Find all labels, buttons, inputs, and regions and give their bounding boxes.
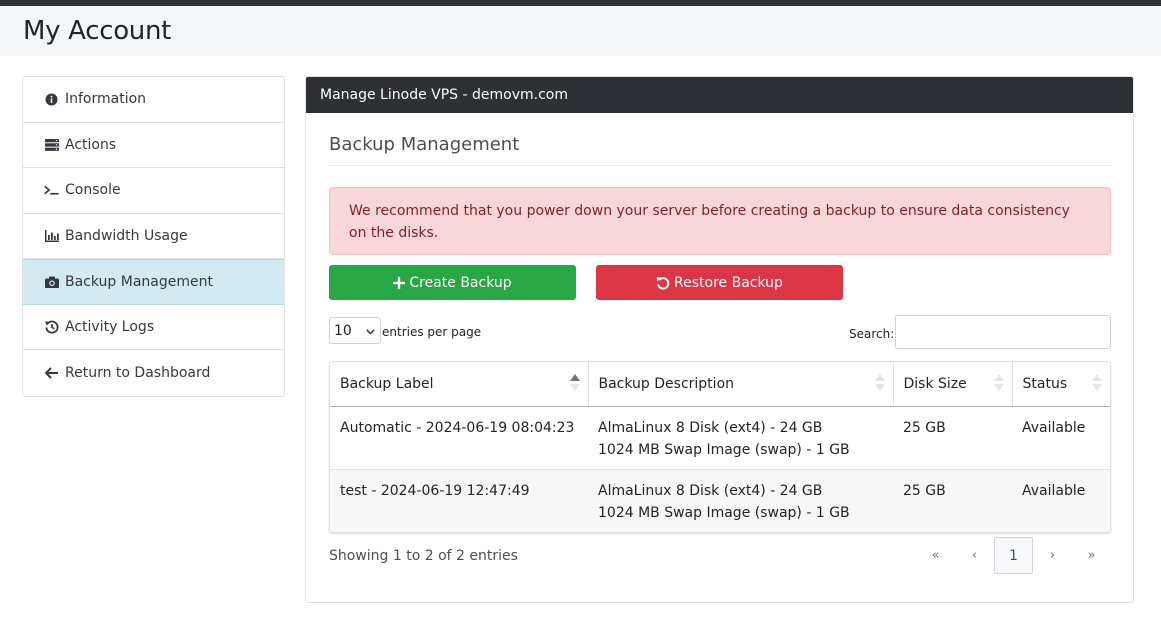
bar-chart-icon [44,229,59,243]
first-page-button[interactable]: « [916,537,955,574]
sort-icon [993,374,1004,392]
sidebar-item-label: Console [65,182,121,199]
last-page-button[interactable]: » [1072,537,1111,574]
table-info: Showing 1 to 2 of 2 entries [329,548,518,564]
column-header-status[interactable]: Status [1012,362,1110,407]
info-circle-icon [44,92,59,106]
manage-vps-panel: Manage Linode VPS - demovm.com Backup Ma… [305,76,1134,603]
sidebar-item-actions[interactable]: Actions [23,123,284,168]
sidebar-item-label: Activity Logs [65,318,155,335]
sidebar-item-label: Return to Dashboard [65,364,211,381]
sidebar-item-information[interactable]: Information [23,77,284,123]
table-row[interactable]: Automatic - 2024-06-19 08:04:23 AlmaLinu… [330,406,1110,469]
entries-per-page-label: entries per page [382,325,482,339]
backup-label-cell: test - 2024-06-19 12:47:49 [330,468,588,532]
server-icon [44,138,59,152]
sort-ascending-icon [569,374,580,392]
status-cell: Available [1022,419,1086,436]
disk-size-cell: 25 GB [893,468,1012,532]
arrow-left-icon [44,366,59,380]
page-1-button[interactable]: 1 [994,537,1033,574]
page-title: My Account [23,16,172,46]
undo-icon [656,276,670,290]
camera-icon [44,275,59,289]
divider [329,165,1111,166]
page-header: My Account [0,6,1161,56]
sidebar-item-return-to-dashboard[interactable]: Return to Dashboard [23,350,284,396]
disk-size-cell: 25 GB [903,419,946,436]
section-title: Backup Management [329,134,520,155]
search-label: Search: [849,327,895,341]
status-cell: Available [1012,468,1110,532]
next-page-button[interactable]: › [1033,537,1072,574]
sort-icon [1092,374,1102,392]
column-header-backup-description[interactable]: Backup Description [588,362,894,407]
sidebar-item-label: Actions [65,136,117,153]
sidebar-menu: Information Actions Console Bandwidth Us… [22,76,285,397]
restore-backup-button[interactable]: Restore Backup [596,265,843,300]
entries-per-page-value: 10 [334,322,352,339]
create-backup-label: Create Backup [409,274,512,291]
sidebar-item-activity-logs[interactable]: Activity Logs [23,305,284,350]
entries-per-page-select[interactable]: 10 [329,317,381,344]
backups-table: Backup Label Backup Description Disk Siz… [329,361,1111,533]
plus-icon [393,276,406,289]
warning-alert: We recommend that you power down your se… [329,187,1111,255]
backup-description-cell: AlmaLinux 8 Disk (ext4) - 24 GB 1024 MB … [598,419,850,458]
previous-page-button[interactable]: ‹ [955,537,994,574]
backup-label-cell: Automatic - 2024-06-19 08:04:23 [340,419,575,436]
table-row[interactable]: test - 2024-06-19 12:47:49 AlmaLinux 8 D… [330,468,1110,532]
sidebar-item-bandwidth-usage[interactable]: Bandwidth Usage [23,214,284,259]
restore-backup-label: Restore Backup [674,274,783,291]
column-header-disk-size[interactable]: Disk Size [893,362,1013,407]
terminal-icon [44,183,59,197]
chevron-down-icon [366,323,375,339]
sidebar-item-label: Information [65,91,147,108]
search-input[interactable] [895,315,1111,349]
backup-description-cell: AlmaLinux 8 Disk (ext4) - 24 GB 1024 MB … [588,468,893,532]
sidebar-item-console[interactable]: Console [23,168,284,214]
history-icon [44,320,59,334]
column-header-backup-label[interactable]: Backup Label [330,362,589,407]
sort-icon [874,374,885,392]
panel-header: Manage Linode VPS - demovm.com [306,77,1133,113]
pagination: « ‹ 1 › » [916,537,1111,574]
create-backup-button[interactable]: Create Backup [329,265,576,300]
sidebar-item-backup-management[interactable]: Backup Management [23,259,284,305]
sidebar-item-label: Bandwidth Usage [65,227,188,244]
sidebar-item-label: Backup Management [65,273,213,290]
